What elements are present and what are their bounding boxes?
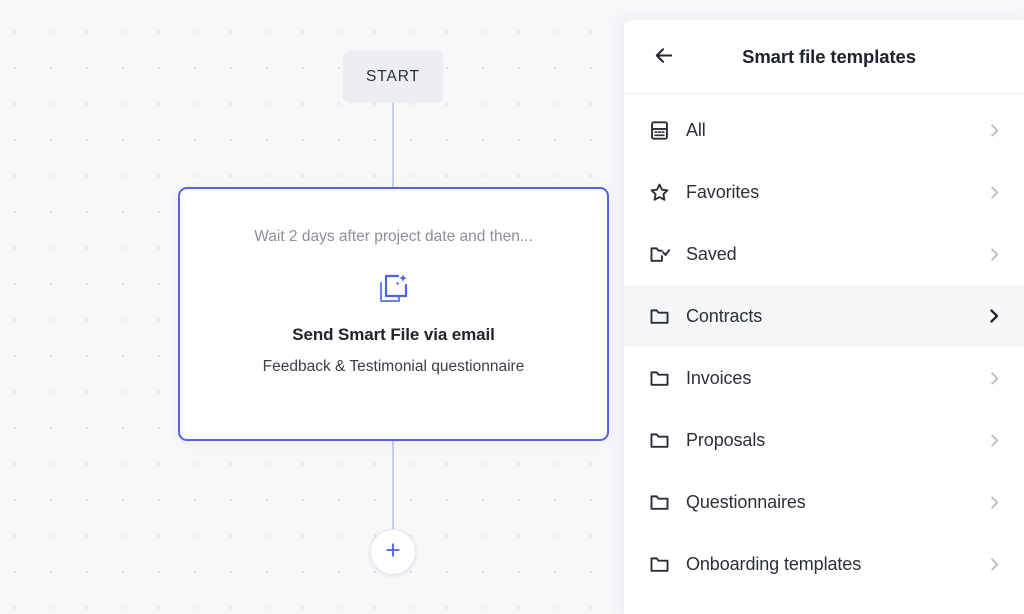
folder-icon: [648, 553, 670, 575]
category-label: Questionnaires: [686, 492, 806, 513]
category-label: All: [686, 120, 706, 141]
panel-header: Smart file templates: [624, 20, 1024, 94]
smart-file-icon: [377, 271, 411, 305]
folder-icon: [648, 367, 670, 389]
chevron-right-icon: [986, 246, 1002, 262]
chevron-right-icon: [986, 432, 1002, 448]
category-label: Saved: [686, 244, 737, 265]
category-row-favorites[interactable]: Favorites: [624, 161, 1024, 223]
panel-title: Smart file templates: [624, 46, 1024, 68]
arrow-left-icon: [652, 44, 675, 70]
category-row-proposals[interactable]: Proposals: [624, 409, 1024, 471]
layout-list-icon: [648, 119, 670, 141]
category-row-saved[interactable]: Saved: [624, 223, 1024, 285]
category-label: Onboarding templates: [686, 554, 861, 575]
chevron-right-icon: [986, 370, 1002, 386]
chevron-right-icon: [986, 308, 1002, 324]
category-row-all[interactable]: All: [624, 99, 1024, 161]
workflow-card-subtitle: Feedback & Testimonial questionnaire: [263, 358, 525, 376]
smart-file-templates-panel: Smart file templates All: [624, 20, 1024, 614]
plus-icon: [383, 540, 403, 565]
back-button[interactable]: [648, 42, 678, 72]
workflow-builder-screen: START Wait 2 days after project date and…: [0, 0, 1024, 614]
category-row-invoices[interactable]: Invoices: [624, 347, 1024, 409]
connector-line-bottom: [392, 439, 394, 529]
workflow-card-condition: Wait 2 days after project date and then.…: [254, 225, 533, 249]
star-icon: [648, 181, 670, 203]
category-row-onboarding-templates[interactable]: Onboarding templates: [624, 533, 1024, 595]
folder-check-icon: [648, 243, 670, 265]
folder-icon: [648, 429, 670, 451]
workflow-card-title: Send Smart File via email: [292, 325, 495, 345]
connector-line-top: [392, 103, 394, 187]
category-label: Favorites: [686, 182, 759, 203]
category-label: Invoices: [686, 368, 751, 389]
category-label: Proposals: [686, 430, 765, 451]
add-step-button[interactable]: [370, 529, 416, 575]
chevron-right-icon: [986, 184, 1002, 200]
chevron-right-icon: [986, 556, 1002, 572]
folder-icon: [648, 305, 670, 327]
chevron-right-icon: [986, 122, 1002, 138]
category-row-contracts[interactable]: Contracts: [624, 285, 1024, 347]
template-category-list: All Favorites: [624, 94, 1024, 595]
category-label: Contracts: [686, 306, 762, 327]
folder-icon: [648, 491, 670, 513]
category-row-questionnaires[interactable]: Questionnaires: [624, 471, 1024, 533]
start-node[interactable]: START: [343, 51, 443, 103]
workflow-action-card[interactable]: Wait 2 days after project date and then.…: [178, 187, 609, 441]
chevron-right-icon: [986, 494, 1002, 510]
start-node-label: START: [366, 68, 420, 86]
